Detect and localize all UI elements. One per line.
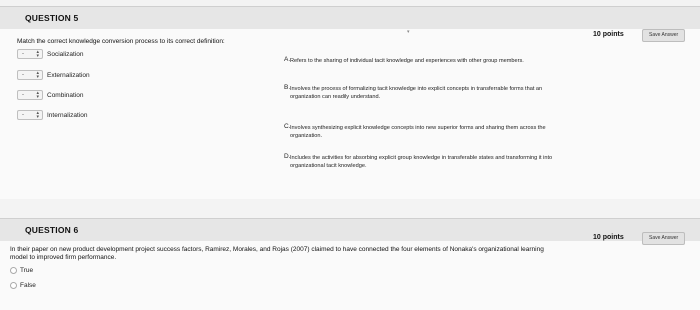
option-label: False [20,282,36,289]
radio-true[interactable] [10,267,17,274]
question-6-body: 10 points Save Answer In their paper on … [0,232,700,310]
definition-letter: D. [284,153,291,160]
match-label: Socialization [47,50,84,58]
definition-c: C. Involves synthesizing explicit knowle… [284,123,560,140]
option-true[interactable]: True [10,267,33,274]
definition-text: Involves synthesizing explicit knowledge… [290,125,546,139]
question-6-points: 10 points [593,234,624,241]
definition-a: A. Refers to the sharing of individual t… [284,56,560,66]
match-row-internalization: - ▴ ▾ Internalization [17,109,87,121]
option-false[interactable]: False [10,282,36,289]
definition-text: Involves the process of formalizing taci… [290,86,543,100]
definition-d: D. Includes the activities for absorbing… [284,153,560,170]
question-5-title: QUESTION 5 [25,13,79,23]
option-label: True [20,267,34,274]
match-row-externalization: - ▴ ▾ Externalization [17,69,90,81]
definition-letter: C. [284,123,291,130]
caret-icon: ▾ [407,29,410,35]
radio-false[interactable] [10,282,17,289]
question-5-header: QUESTION 5 [0,6,700,30]
match-select-socialization[interactable]: - ▴ ▾ [17,49,43,59]
select-arrows-icon: ▴ ▾ [36,90,39,100]
match-row-socialization: - ▴ ▾ Socialization [17,48,84,60]
question-5-body: ▾ 10 points Save Answer Match the correc… [0,29,700,199]
question-6-prompt: In their paper on new product developmen… [10,246,544,261]
match-select-combination[interactable]: - ▴ ▾ [17,90,43,100]
definition-text: Refers to the sharing of individual taci… [290,58,524,64]
definition-text: Includes the activities for absorbing ex… [290,155,553,169]
match-label: Internalization [47,111,88,119]
match-label: Externalization [47,71,90,79]
question-5-save-button[interactable]: Save Answer [642,29,686,42]
definition-letter: A. [284,56,291,63]
question-6-title: QUESTION 6 [25,225,79,235]
match-select-internalization[interactable]: - ▴ ▾ [17,110,43,120]
question-5-prompt: Match the correct knowledge conversion p… [17,38,225,45]
question-6-save-button[interactable]: Save Answer [642,232,686,245]
match-label: Combination [47,91,84,99]
definition-b: B. Involves the process of formalizing t… [284,84,560,101]
match-select-externalization[interactable]: - ▴ ▾ [17,70,43,80]
select-arrows-icon: ▴ ▾ [36,49,39,59]
select-arrows-icon: ▴ ▾ [36,70,39,80]
select-arrows-icon: ▴ ▾ [36,110,39,120]
match-row-combination: - ▴ ▾ Combination [17,89,84,101]
question-5-points: 10 points [593,31,624,38]
definition-letter: B. [284,84,291,91]
